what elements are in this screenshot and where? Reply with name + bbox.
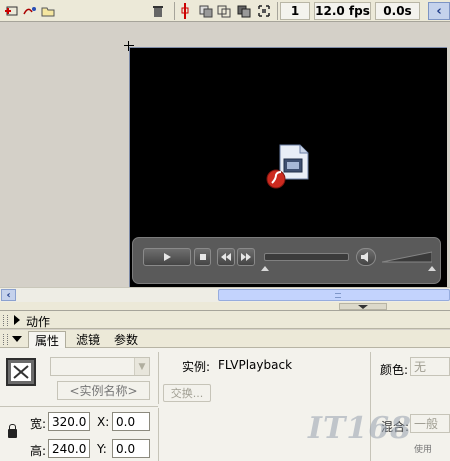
- component-symbol-icon: [6, 358, 36, 386]
- workspace: [0, 23, 450, 287]
- scrollbar-grip: [335, 293, 341, 298]
- add-motion-guide-icon[interactable]: [22, 3, 38, 19]
- elapsed-time: 0.0s: [375, 2, 420, 20]
- scroll-left-icon[interactable]: ‹: [428, 2, 450, 20]
- y-label: Y:: [97, 442, 107, 456]
- cache-label: 使用: [414, 445, 433, 455]
- panel-grip-icon[interactable]: [3, 315, 8, 326]
- properties-panel-header: 属性 滤镜 参数: [0, 330, 450, 348]
- frame-rate[interactable]: 12.0 fps: [314, 2, 371, 20]
- scroll-left-arrow-icon[interactable]: ‹: [1, 289, 16, 301]
- tab-filters[interactable]: 滤镜: [70, 331, 106, 348]
- watermark-logo: IT168: [308, 411, 412, 446]
- instance-behavior-select[interactable]: ▼: [50, 357, 150, 376]
- lock-icon[interactable]: [8, 424, 17, 438]
- swap-button[interactable]: 交换...: [163, 384, 211, 402]
- chevron-down-icon[interactable]: ▼: [134, 358, 149, 375]
- modify-markers-icon[interactable]: [256, 3, 272, 19]
- height-label: 高:: [30, 444, 47, 458]
- collapse-arrow-icon[interactable]: [12, 336, 22, 342]
- collapse-panel-icon[interactable]: [339, 303, 387, 310]
- delete-layer-icon[interactable]: [150, 3, 166, 19]
- edit-multiple-frames-icon[interactable]: [236, 3, 252, 19]
- x-label: X:: [97, 415, 110, 429]
- seek-handle[interactable]: [261, 266, 269, 271]
- divider: [158, 408, 159, 461]
- x-field[interactable]: 0.0: [112, 412, 150, 431]
- center-frame-icon[interactable]: [179, 3, 191, 19]
- actions-panel-title: 动作: [26, 315, 51, 329]
- forward-button[interactable]: [237, 248, 255, 266]
- play-button[interactable]: [143, 248, 191, 266]
- width-field[interactable]: 320.0: [48, 412, 90, 431]
- tab-parameters[interactable]: 参数: [108, 331, 144, 348]
- volume-slider[interactable]: [382, 248, 432, 264]
- flash-video-component-icon: [266, 143, 309, 189]
- color-select[interactable]: 无: [410, 357, 450, 376]
- onion-skin-outline-icon[interactable]: [216, 3, 232, 19]
- component-name: FLVPlayback: [218, 358, 293, 372]
- divider: [158, 352, 159, 404]
- instance-label: 实例:: [182, 360, 211, 374]
- horizontal-scrollbar[interactable]: ‹: [0, 287, 450, 302]
- video-control-bar: [132, 237, 441, 284]
- stage[interactable]: [129, 47, 447, 287]
- divider: [0, 406, 158, 407]
- height-field[interactable]: 240.0: [48, 439, 90, 458]
- panel-grip-icon[interactable]: [3, 334, 8, 345]
- add-layer-icon[interactable]: [4, 3, 20, 19]
- current-frame: 1: [280, 2, 310, 20]
- add-folder-icon[interactable]: [40, 3, 56, 19]
- site-watermark: IT168 使用: [300, 403, 450, 461]
- color-label: 颜色:: [380, 363, 409, 377]
- toolbar-divider: [277, 2, 278, 20]
- width-label: 宽:: [30, 417, 47, 431]
- toolbar-divider: [174, 2, 175, 20]
- panel-splitter[interactable]: [0, 302, 450, 311]
- stop-button[interactable]: [194, 248, 211, 266]
- onion-skin-icon[interactable]: [198, 3, 214, 19]
- seek-bar[interactable]: [264, 253, 349, 261]
- y-field[interactable]: 0.0: [112, 439, 150, 458]
- tab-properties[interactable]: 属性: [28, 331, 67, 348]
- instance-name-input[interactable]: <实例名称>: [57, 381, 150, 400]
- actions-panel-header[interactable]: 动作: [0, 311, 450, 329]
- expand-arrow-icon[interactable]: [14, 315, 20, 325]
- timeline-toolbar: 1 12.0 fps 0.0s ‹: [0, 0, 450, 22]
- rewind-button[interactable]: [217, 248, 235, 266]
- volume-handle[interactable]: [428, 266, 436, 271]
- volume-icon[interactable]: [356, 248, 376, 266]
- scrollbar-thumb[interactable]: [218, 289, 450, 301]
